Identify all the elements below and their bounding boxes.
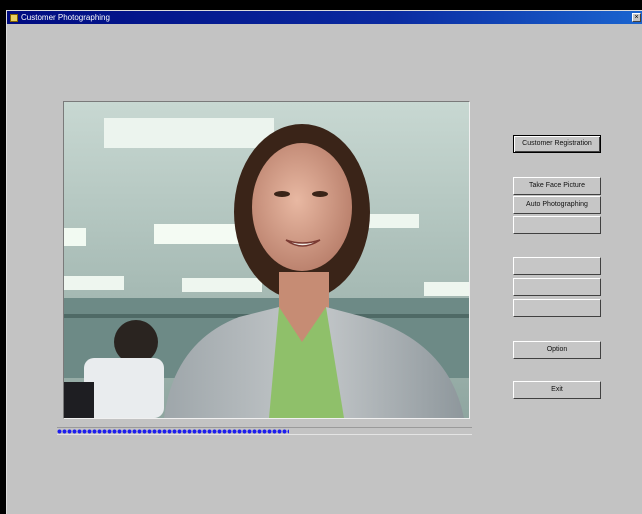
close-icon[interactable]: × bbox=[632, 13, 641, 22]
take-face-picture-button[interactable]: Take Face Picture bbox=[513, 177, 601, 195]
blank-button-4[interactable] bbox=[513, 299, 601, 317]
camera-preview bbox=[63, 101, 470, 419]
app-icon bbox=[10, 13, 18, 22]
exit-button[interactable]: Exit bbox=[513, 381, 601, 399]
title-bar[interactable]: Customer Photographing × bbox=[7, 11, 642, 24]
option-button[interactable]: Option bbox=[513, 341, 601, 359]
customer-registration-button[interactable]: Customer Registration bbox=[513, 135, 601, 153]
blank-button-3[interactable] bbox=[513, 278, 601, 296]
camera-feed-image bbox=[64, 102, 469, 418]
app-window: Customer Photographing × Customer Regist… bbox=[6, 10, 642, 514]
window-title: Customer Photographing bbox=[21, 13, 110, 22]
capture-progress-bar bbox=[57, 427, 472, 435]
blank-button-1[interactable] bbox=[513, 216, 601, 234]
blank-button-2[interactable] bbox=[513, 257, 601, 275]
capture-progress-fill bbox=[57, 429, 289, 434]
auto-photographing-button[interactable]: Auto Photographing bbox=[513, 196, 601, 214]
